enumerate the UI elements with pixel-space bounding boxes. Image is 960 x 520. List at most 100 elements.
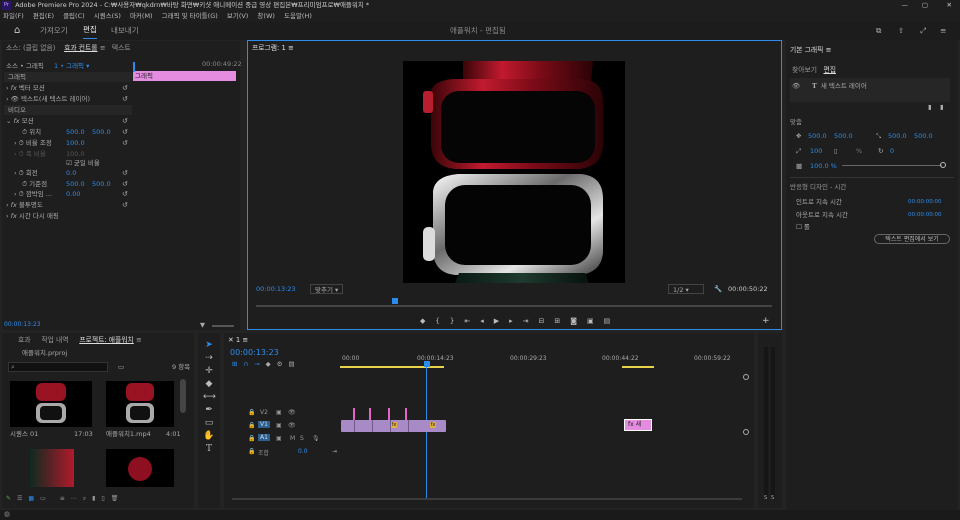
lock-icon[interactable]: 🔒 [248,422,255,429]
close-icon[interactable]: ✕ [947,0,952,11]
add-button-icon[interactable]: + [762,316,770,326]
anchor-y-value[interactable]: 500.0 [92,179,111,189]
lock-icon[interactable]: 🔒 [248,435,255,442]
tab-edit[interactable]: 편집 [83,22,97,39]
go-to-out-icon[interactable]: ⇥ [523,317,539,325]
graphic-clip[interactable] [353,408,355,420]
sync-icon[interactable]: ▣ [276,422,282,429]
fit-select[interactable]: 맞추기 ▾ [310,284,344,294]
project-search-input[interactable]: ⌕ [8,362,108,372]
maximize-icon[interactable]: ▢ [922,0,928,11]
work-area-bar[interactable] [622,366,654,368]
status-icon[interactable]: ◍ [4,510,10,518]
flicker-value[interactable]: 0.00 [66,189,80,199]
edit-text-view-button[interactable]: 텍스트 편집에서 보기 [874,234,950,244]
find-icon[interactable]: ⌕ [83,495,92,502]
menu-edit[interactable]: 편집(E) [33,12,54,20]
new-bin-icon[interactable]: ▮ [92,495,101,502]
timeline-ruler[interactable]: 00:00 00:00:14:23 00:00:29:23 00:00:44:2… [340,351,744,371]
motion-row[interactable]: ⌄ fx 모션 [6,116,34,126]
anchor-x-value[interactable]: 500.0 [66,179,85,189]
menu-window[interactable]: 창(W) [257,12,274,20]
type-tool-icon[interactable]: T [203,443,215,456]
solo-button[interactable]: S [300,435,304,442]
rotation-value[interactable]: 0.0 [66,168,76,178]
sync-icon[interactable]: ▣ [276,435,282,442]
reset-icon[interactable]: ↺ [122,127,128,137]
icon-view-icon[interactable]: ▦ [28,495,40,502]
settings-icon[interactable]: ⚙ [277,360,289,368]
mark-in-icon[interactable]: { [435,317,449,325]
meter-solo-left[interactable]: S [764,493,767,503]
reset-icon[interactable]: ↺ [122,138,128,148]
outro-value[interactable]: 00:00:00:00 [908,210,942,220]
share-icon[interactable]: ⇧ [898,22,904,40]
new-layer-icon[interactable]: ▮ [940,102,944,112]
pencil-icon[interactable]: ✎ [6,495,17,502]
trash-icon[interactable]: 🗑 [111,495,125,502]
mark-out-icon[interactable]: } [450,317,464,325]
captions-icon[interactable]: ▤ [289,360,301,368]
reset-icon[interactable]: ↺ [122,200,128,210]
step-forward-icon[interactable]: ▸ [509,317,523,325]
home-icon[interactable]: ⌂ [14,22,20,40]
razor-tool-icon[interactable]: ◆ [203,378,215,391]
minimize-icon[interactable]: — [902,0,909,11]
vector-motion-row[interactable]: › fx 벡터 모션 [6,83,45,93]
thumbnail-image[interactable] [106,449,174,487]
lock-icon[interactable]: 🔒 [248,448,255,455]
eg-opacity[interactable]: 100.0 % [810,161,837,171]
essential-graphics-tab[interactable]: 기본 그래픽 ≡ [790,44,831,56]
tab-project[interactable]: 프로젝트: 애플워치 [79,336,133,344]
list-view-icon[interactable]: ☰ [17,495,28,502]
timeline-tab[interactable]: ✕ 1 ≡ [228,334,248,346]
scroll-handle[interactable] [743,374,749,380]
fullscreen-icon[interactable]: ⤢ [920,22,926,40]
tab-history[interactable]: 작업 내역 [41,336,68,344]
track-select-tool-icon[interactable]: ⇢ [203,352,215,365]
eye-icon[interactable]: 👁 [288,422,296,429]
tab-browse[interactable]: 찾아보기 [792,66,817,74]
reset-icon[interactable]: ↺ [122,189,128,199]
marker-icon[interactable]: ◆ [266,360,277,368]
sync-icon[interactable]: ▣ [276,409,282,416]
camera-icon[interactable]: ◙ [570,317,587,325]
menu-view[interactable]: 보기(V) [227,12,248,20]
sequence-thumbnail[interactable] [10,381,92,427]
new-item-icon[interactable]: ▯ [101,495,110,502]
vr-icon[interactable]: ▤ [604,317,621,325]
program-monitor-tab[interactable]: 프로그램: 1 ≡ [252,42,294,54]
track-v1-label[interactable]: V1 [258,421,270,428]
selection-tool-icon[interactable]: ➤ [203,339,215,352]
ec-graphic-clip[interactable]: 그래픽 [133,71,236,81]
program-playhead[interactable] [392,298,398,304]
snap-icon[interactable]: ∩ [243,360,254,368]
eg-anchor-x[interactable]: 500.0 [888,131,907,141]
scale-value[interactable]: 100.0 [66,138,85,148]
menu-file[interactable]: 파일(F) [3,12,24,20]
timeline-playhead-head[interactable] [424,361,430,367]
reset-icon[interactable]: ↺ [122,83,128,93]
tab-import[interactable]: 가져오기 [40,22,68,40]
position-x-value[interactable]: 500.0 [66,127,85,137]
timeline-hscroll[interactable] [232,498,742,500]
quality-select[interactable]: 1/2 ▾ [668,284,704,294]
mic-icon[interactable]: 🎙 [312,435,320,442]
eg-rotation[interactable]: 0 [890,146,894,156]
settings-wrench-icon[interactable]: 🔧 [714,284,722,294]
filter-icon[interactable]: ▼ [200,320,205,330]
track-v2-label[interactable]: V2 [260,409,268,416]
position-y-value[interactable]: 500.0 [92,127,111,137]
tab-eg-edit[interactable]: 편집 [824,66,837,74]
automate-icon[interactable]: ⋯ [71,495,83,502]
bin-icon[interactable]: ▭ [118,362,124,372]
lock-icon[interactable]: 🔒 [248,409,255,416]
opacity-slider[interactable] [842,165,942,166]
intro-value[interactable]: 00:00:00:00 [908,197,942,207]
step-back-icon[interactable]: ◂ [480,317,494,325]
menu-marker[interactable]: 마커(M) [130,12,153,20]
nest-icon[interactable]: ⊞ [232,360,243,368]
menu-sequence[interactable]: 시퀀스(S) [94,12,121,20]
time-remap-row[interactable]: › fx 시간 다시 매핑 [6,211,59,221]
graphic-clip[interactable] [369,408,371,420]
